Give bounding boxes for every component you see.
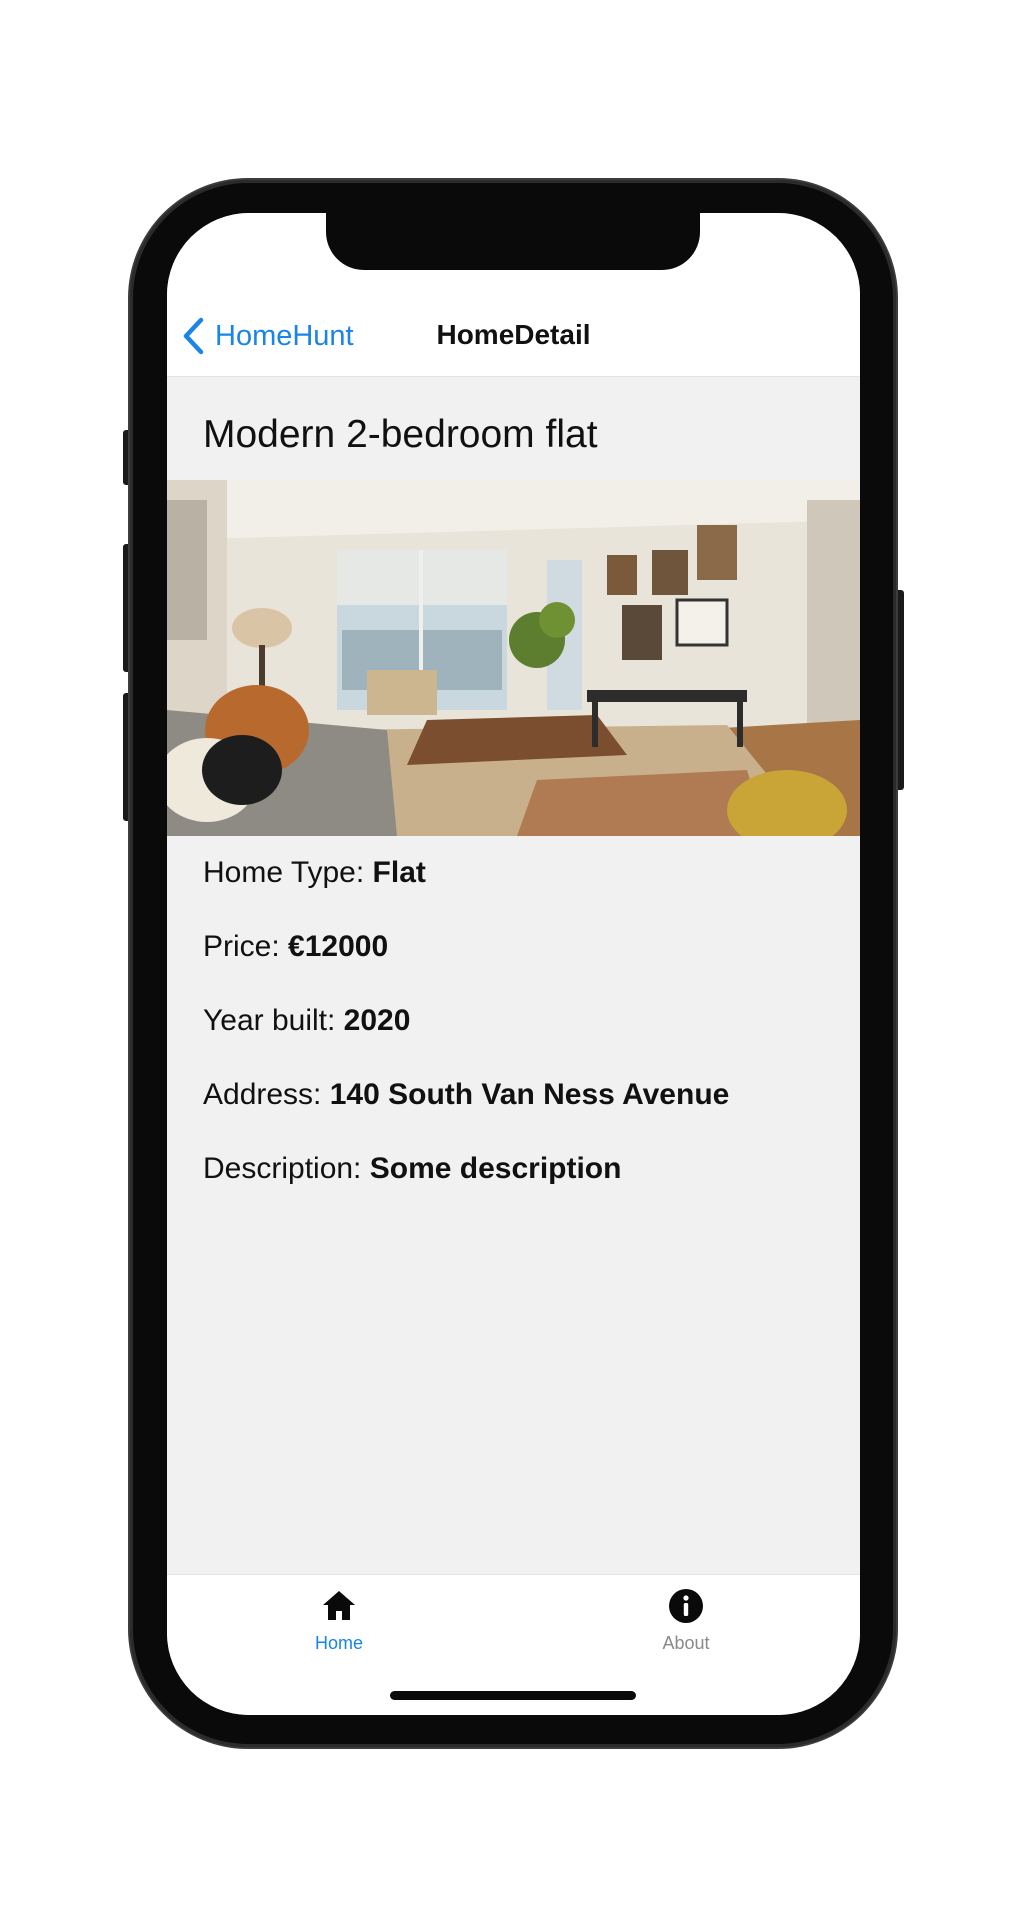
tab-home[interactable]: Home [239, 1587, 439, 1654]
tab-about[interactable]: About [586, 1587, 786, 1654]
house-icon [323, 1591, 355, 1620]
detail-value: €12000 [288, 930, 389, 963]
detail-home-type: Home Type: Flat [203, 853, 729, 927]
detail-label: Price: [203, 930, 289, 963]
page-title: HomeDetail [436, 319, 591, 350]
detail-label: Year built: [203, 1004, 344, 1037]
home-photo [167, 480, 860, 836]
home-indicator[interactable] [390, 1691, 636, 1700]
detail-label: Home Type: [203, 856, 373, 889]
tab-home-label: Home [314, 1633, 363, 1653]
phone-screen: HomeHunt HomeDetail Modern 2-bedroom fla… [167, 213, 860, 1715]
detail-value: 2020 [343, 1004, 411, 1037]
detail-label: Address: [203, 1078, 330, 1111]
home-details: Home Type: Flat Price: €12000 Year built… [203, 853, 729, 1223]
info-circle-icon [669, 1589, 703, 1623]
detail-price: Price: €12000 [203, 927, 729, 1001]
detail-value: 140 South Van Ness Avenue [329, 1078, 730, 1111]
tab-about-label: About [662, 1633, 710, 1653]
home-title: Modern 2-bedroom flat [203, 413, 598, 456]
detail-label: Description: [203, 1152, 370, 1185]
detail-year-built: Year built: 2020 [203, 1001, 729, 1075]
detail-value: Some description [369, 1152, 622, 1185]
detail-value: Flat [372, 856, 426, 889]
detail-description: Description: Some description [203, 1149, 729, 1223]
detail-address: Address: 140 South Van Ness Avenue [203, 1075, 729, 1149]
notch [326, 213, 700, 270]
tab-bar: Home About [167, 1574, 860, 1715]
